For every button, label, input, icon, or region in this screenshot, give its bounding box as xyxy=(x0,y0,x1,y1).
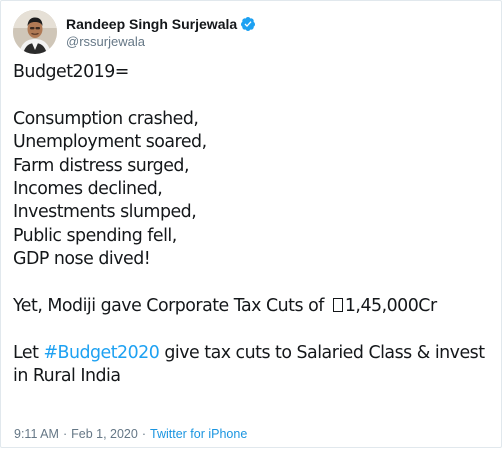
tweet-text-span: give tax cuts to Salaried Class & invest xyxy=(159,342,485,363)
tweet-text: Budget2019= Consumption crashed, Unemplo… xyxy=(13,61,495,388)
tweet-line-tax-cuts: Yet, Modiji gave Corporate Tax Cuts of 1… xyxy=(13,295,495,318)
tweet-date[interactable]: Feb 1, 2020 xyxy=(71,427,138,441)
tweet-line: Incomes declined, xyxy=(13,178,163,199)
profile-photo-icon xyxy=(13,10,57,54)
author-avatar[interactable] xyxy=(13,10,57,54)
tweet-text-span: Let xyxy=(13,342,44,363)
tweet-line: Unemployment soared, xyxy=(13,132,207,153)
meta-separator: · xyxy=(141,427,146,441)
tweet-text-span: Yet, Modiji gave Corporate Tax Cuts of xyxy=(13,295,329,316)
missing-glyph-icon xyxy=(332,297,343,312)
author-name-row: Randeep Singh Surjewala xyxy=(66,15,256,33)
tweet-line: in Rural India xyxy=(13,366,121,387)
hashtag-link[interactable]: #Budget2020 xyxy=(43,343,159,363)
meta-separator: · xyxy=(62,427,68,441)
tweet-source-link[interactable]: Twitter for iPhone xyxy=(150,427,247,441)
tweet-card: Randeep Singh Surjewala @rssurjewala Bud… xyxy=(0,0,502,448)
tweet-line: Public spending fell, xyxy=(13,225,177,246)
tweet-line: GDP nose dived! xyxy=(13,249,151,270)
verified-badge-icon xyxy=(240,16,256,32)
author-display-name[interactable]: Randeep Singh Surjewala xyxy=(66,17,237,31)
tweet-text-span: 1,45,000Cr xyxy=(344,295,437,316)
author-handle[interactable]: @rssurjewala xyxy=(66,35,256,48)
tweet-meta: 9:11 AM · Feb 1, 2020 · Twitter for iPhone xyxy=(14,426,247,442)
tweet-line: Consumption crashed, xyxy=(13,108,199,129)
tweet-line-hashtag: Let #Budget2020 give tax cuts to Salarie… xyxy=(13,342,495,365)
tweet-line: Investments slumped, xyxy=(13,202,197,223)
tweet-header: Randeep Singh Surjewala @rssurjewala xyxy=(13,10,256,54)
tweet-line: Farm distress surged, xyxy=(13,155,189,176)
tweet-line: Budget2019= xyxy=(13,62,129,82)
author-names: Randeep Singh Surjewala @rssurjewala xyxy=(66,15,256,48)
tweet-time[interactable]: 9:11 AM xyxy=(14,427,59,441)
